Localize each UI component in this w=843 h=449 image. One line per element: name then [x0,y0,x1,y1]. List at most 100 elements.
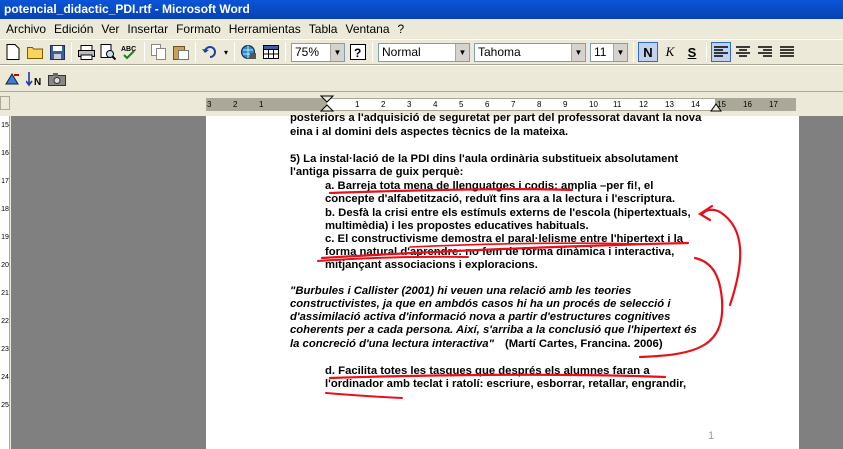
chevron-down-icon[interactable]: ▼ [613,43,627,61]
toolbar-separator [285,42,286,62]
window-title: potencial_didactic_PDI.rtf - Microsoft W… [4,2,250,16]
align-right-button[interactable] [755,42,775,62]
camera-icon[interactable] [47,69,67,89]
vertical-ruler-number: 16 [1,150,9,157]
vertical-ruler-number: 25 [1,402,9,409]
doc-line: mitjançant associacions i exploracions. [325,259,538,271]
vertical-ruler-number: 15 [1,122,9,129]
save-button[interactable] [47,42,67,62]
standard-toolbar: ABC ▾ 75% ▼ ? Normal ▼ Tahoma ▼ 11 ▼ N K… [0,39,843,65]
bold-button[interactable]: N [638,42,658,62]
align-left-button[interactable] [711,42,731,62]
web-hyperlink-button[interactable] [239,42,259,62]
font-size-combo[interactable]: 11 ▼ [590,42,628,62]
ruler-number: 12 [639,100,648,109]
menu-edicion[interactable]: Edición [50,19,97,39]
align-right-icon [758,46,772,57]
vertical-ruler-number: 23 [1,346,9,353]
ruler-number: 9 [563,100,568,109]
toolbar-separator [195,42,196,62]
chevron-down-icon[interactable]: ▼ [455,43,469,61]
ruler-number: 3 [407,100,412,109]
open-folder-button[interactable] [25,42,45,62]
svg-text:?: ? [354,46,361,60]
zoom-combo[interactable]: 75% ▼ [291,42,345,62]
track-changes-icon[interactable] [3,69,23,89]
doc-line: posteriors a l'adquisició de seguretat p… [290,112,702,124]
menu-insertar[interactable]: Insertar [123,19,172,39]
table-button[interactable] [261,42,281,62]
align-left-icon [714,46,728,57]
doc-line: c. El constructivisme demostra el paral·… [325,233,684,245]
italic-button[interactable]: K [660,42,680,62]
page-number: 1 [708,430,715,442]
doc-quote-line: constructivistes, ja que en ambdós casos… [290,298,671,310]
menu-archivo[interactable]: Archivo [2,19,50,39]
ruler-number: 11 [613,100,622,109]
spelling-check-button[interactable]: ABC [120,42,140,62]
ruler-number: 10 [589,100,598,109]
menu-tabla[interactable]: Tabla [305,19,342,39]
doc-line: eina i al domini dels aspectes tècnics d… [290,126,569,138]
ruler-number: 13 [665,100,674,109]
horizontal-ruler[interactable]: 3 2 1 1 2 3 4 5 6 7 8 9 10 11 12 13 14 1… [206,95,796,113]
doc-quote-line: "Burbules i Callister (2001) hi veuen un… [290,285,632,297]
doc-quote-line: la concreció d'una lectura interactiva" [290,338,494,350]
vertical-ruler-number: 19 [1,234,9,241]
ruler-number: 14 [691,100,700,109]
toolbar-separator [234,42,235,62]
print-preview-button[interactable] [98,42,118,62]
justify-button[interactable] [777,42,797,62]
tab-selector-button[interactable] [0,96,10,110]
vertical-ruler-number: 24 [1,374,9,381]
menu-formato[interactable]: Formato [172,19,225,39]
ruler-number: 17 [769,100,778,109]
doc-line: l'antiga pissarra de guix perquè: [290,166,464,178]
menu-herramientas[interactable]: Herramientas [225,19,305,39]
new-document-button[interactable] [3,42,23,62]
doc-line: concepte d'alfabetització, reduït fins a… [325,193,676,205]
undo-dropdown-arrow[interactable]: ▾ [222,42,230,62]
sort-icon[interactable]: N [25,69,45,89]
secondary-toolbar: N [0,65,843,92]
doc-line: b. Desfà la crisi entre els estímuls ext… [325,207,691,219]
doc-line: a. Barreja tota mena de llenguatges i co… [325,180,654,192]
chevron-down-icon[interactable]: ▼ [330,43,344,61]
doc-line: forma natural d'aprendre: no fem de form… [325,246,675,258]
style-combo[interactable]: Normal ▼ [378,42,470,62]
ruler-left-margin [207,99,327,110]
right-indent-marker-icon[interactable] [710,102,722,112]
toolbar-separator [633,42,634,62]
vertical-ruler-number: 18 [1,206,9,213]
align-center-button[interactable] [733,42,753,62]
doc-citation: (Martí Cartes, Francina. 2006) [505,338,663,350]
ruler-number: 7 [511,100,516,109]
ruler-number: 5 [459,100,464,109]
help-button[interactable]: ? [348,42,368,62]
title-bar: potencial_didactic_PDI.rtf - Microsoft W… [0,0,843,19]
copy-button[interactable] [149,42,169,62]
underline-button[interactable]: S [682,42,702,62]
ruler-number: 1 [259,100,264,109]
undo-button[interactable] [200,42,220,62]
font-combo[interactable]: Tahoma ▼ [474,42,586,62]
doc-line: d. Facilita totes les tasques que despré… [325,365,650,377]
ruler-number: 8 [537,100,542,109]
print-button[interactable] [76,42,96,62]
menu-ver[interactable]: Ver [97,19,123,39]
toolbar-separator [372,42,373,62]
style-value: Normal [382,45,421,59]
toolbar-separator [71,42,72,62]
ruler-number: 1 [355,100,360,109]
indent-marker-icon[interactable] [320,95,334,113]
word-window: potencial_didactic_PDI.rtf - Microsoft W… [0,0,843,449]
menu-help[interactable]: ? [394,19,409,39]
vertical-ruler-number: 20 [1,262,9,269]
menu-ventana[interactable]: Ventana [341,19,393,39]
vertical-ruler-number: 22 [1,318,9,325]
zoom-value: 75% [295,45,320,59]
chevron-down-icon[interactable]: ▼ [571,43,585,61]
vertical-ruler[interactable]: 15 16 17 18 19 20 21 22 23 24 25 [0,116,10,449]
paste-button[interactable] [171,42,191,62]
ruler-number: 16 [743,100,752,109]
